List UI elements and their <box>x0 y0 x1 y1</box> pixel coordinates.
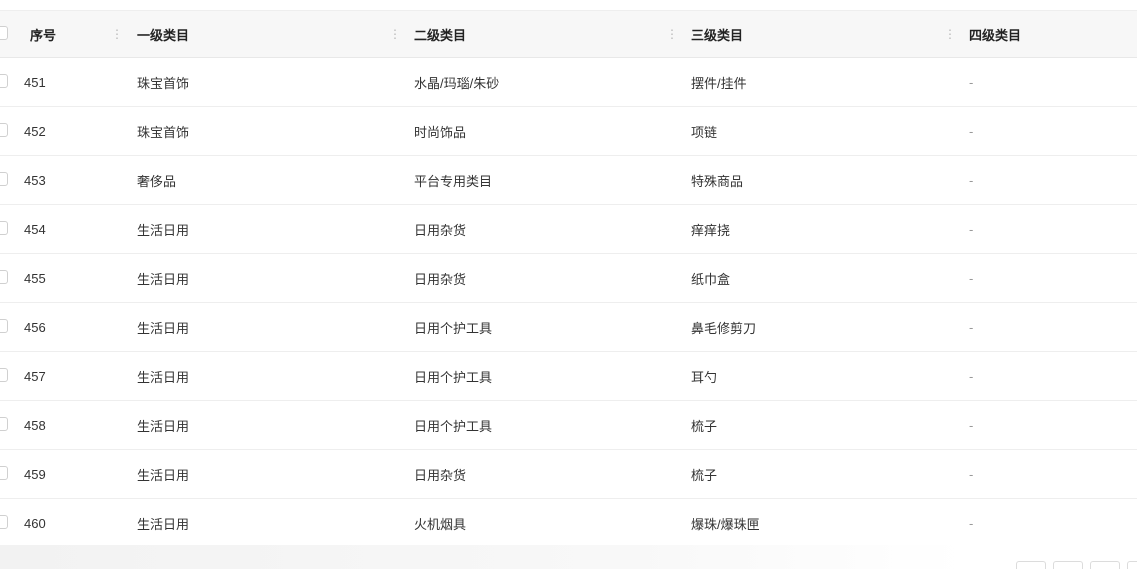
cell-level3: 爆珠/爆珠匣 <box>691 516 760 532</box>
category-table-page: 序号 ⋮ 一级类目 ⋮ 二级类目 ⋮ 三级类目 ⋮ 四级类目 451 珠宝首饰 水晶… <box>0 0 1137 569</box>
cell-level4: - <box>969 515 974 531</box>
cell-level1: 生活日用 <box>137 222 190 238</box>
cell-level2: 时尚饰品 <box>414 124 467 140</box>
cell-level3: 纸巾盒 <box>691 271 731 287</box>
cell-level1: 珠宝首饰 <box>137 124 190 140</box>
cell-level3: 梳子 <box>691 467 718 483</box>
table-header: 序号 ⋮ 一级类目 ⋮ 二级类目 ⋮ 三级类目 ⋮ 四级类目 <box>0 10 1137 58</box>
table-row[interactable]: 458 生活日用 日用个护工具 梳子 - <box>0 401 1137 450</box>
cell-index: 456 <box>24 319 46 335</box>
table-row[interactable]: 456 生活日用 日用个护工具 鼻毛修剪刀 - <box>0 303 1137 352</box>
cell-level1: 生活日用 <box>137 418 190 434</box>
cell-index: 454 <box>24 221 46 237</box>
pagination-button[interactable] <box>1053 561 1083 569</box>
row-checkbox[interactable] <box>0 368 8 382</box>
column-resize-icon[interactable]: ⋮ <box>111 26 123 42</box>
cell-level4: - <box>969 221 974 237</box>
row-checkbox[interactable] <box>0 74 8 88</box>
cell-level2: 日用杂货 <box>414 467 467 483</box>
cell-level4: - <box>969 466 974 482</box>
cell-level1: 生活日用 <box>137 320 190 336</box>
table-row[interactable]: 455 生活日用 日用杂货 纸巾盒 - <box>0 254 1137 303</box>
column-header-level4[interactable]: 四级类目 <box>969 11 1021 57</box>
table-row[interactable]: 451 珠宝首饰 水晶/玛瑙/朱砂 摆件/挂件 - <box>0 58 1137 107</box>
cell-level3: 痒痒挠 <box>691 222 731 238</box>
cell-level2: 平台专用类目 <box>414 173 493 189</box>
select-all-checkbox[interactable] <box>0 26 8 40</box>
table-row[interactable]: 452 珠宝首饰 时尚饰品 项链 - <box>0 107 1137 156</box>
category-table: 序号 ⋮ 一级类目 ⋮ 二级类目 ⋮ 三级类目 ⋮ 四级类目 451 珠宝首饰 水晶… <box>0 10 1137 548</box>
cell-level4: - <box>969 417 974 433</box>
column-resize-icon[interactable]: ⋮ <box>944 26 956 42</box>
cell-level1: 生活日用 <box>137 467 190 483</box>
row-checkbox[interactable] <box>0 270 8 284</box>
table-body: 451 珠宝首饰 水晶/玛瑙/朱砂 摆件/挂件 -452 珠宝首饰 时尚饰品 项链 -453 奢侈… <box>0 58 1137 548</box>
table-row[interactable]: 460 生活日用 火机烟具 爆珠/爆珠匣 - <box>0 499 1137 548</box>
column-header-level1[interactable]: 一级类目 <box>137 11 189 57</box>
cell-level1: 生活日用 <box>137 369 190 385</box>
cell-level4: - <box>969 123 974 139</box>
row-checkbox[interactable] <box>0 172 8 186</box>
cell-level2: 日用杂货 <box>414 271 467 287</box>
column-resize-icon[interactable]: ⋮ <box>666 26 678 42</box>
cell-level2: 日用杂货 <box>414 222 467 238</box>
cell-level3: 耳勺 <box>691 369 718 385</box>
cell-level4: - <box>969 172 974 188</box>
cell-index: 460 <box>24 515 46 531</box>
cell-level4: - <box>969 74 974 90</box>
cell-level2: 日用个护工具 <box>414 369 493 385</box>
cell-level3: 梳子 <box>691 418 718 434</box>
cell-level4: - <box>969 368 974 384</box>
column-resize-icon[interactable]: ⋮ <box>389 26 401 42</box>
cell-level3: 摆件/挂件 <box>691 75 747 91</box>
row-checkbox[interactable] <box>0 319 8 333</box>
pagination-button[interactable] <box>1127 561 1137 569</box>
table-footer <box>0 545 1137 569</box>
cell-level1: 奢侈品 <box>137 173 177 189</box>
table-row[interactable]: 453 奢侈品 平台专用类目 特殊商品 - <box>0 156 1137 205</box>
cell-index: 453 <box>24 172 46 188</box>
cell-index: 459 <box>24 466 46 482</box>
row-checkbox[interactable] <box>0 123 8 137</box>
cell-level4: - <box>969 270 974 286</box>
cell-level1: 生活日用 <box>137 516 190 532</box>
cell-level3: 项链 <box>691 124 718 140</box>
cell-index: 452 <box>24 123 46 139</box>
cell-level2: 日用个护工具 <box>414 418 493 434</box>
row-checkbox[interactable] <box>0 515 8 529</box>
cell-level3: 鼻毛修剪刀 <box>691 320 757 336</box>
cell-index: 451 <box>24 74 46 90</box>
pagination-button[interactable] <box>1090 561 1120 569</box>
pagination-button[interactable] <box>1016 561 1046 569</box>
column-header-level2[interactable]: 二级类目 <box>414 11 466 57</box>
cell-level2: 水晶/玛瑙/朱砂 <box>414 75 500 91</box>
table-row[interactable]: 454 生活日用 日用杂货 痒痒挠 - <box>0 205 1137 254</box>
cell-level1: 珠宝首饰 <box>137 75 190 91</box>
cell-index: 457 <box>24 368 46 384</box>
row-checkbox[interactable] <box>0 417 8 431</box>
cell-index: 458 <box>24 417 46 433</box>
cell-level4: - <box>969 319 974 335</box>
column-header-index[interactable]: 序号 <box>30 11 56 57</box>
cell-index: 455 <box>24 270 46 286</box>
table-row[interactable]: 459 生活日用 日用杂货 梳子 - <box>0 450 1137 499</box>
cell-level2: 火机烟具 <box>414 516 467 532</box>
cell-level1: 生活日用 <box>137 271 190 287</box>
column-header-level3[interactable]: 三级类目 <box>691 11 743 57</box>
table-row[interactable]: 457 生活日用 日用个护工具 耳勺 - <box>0 352 1137 401</box>
cell-level2: 日用个护工具 <box>414 320 493 336</box>
cell-level3: 特殊商品 <box>691 173 744 189</box>
row-checkbox[interactable] <box>0 221 8 235</box>
row-checkbox[interactable] <box>0 466 8 480</box>
